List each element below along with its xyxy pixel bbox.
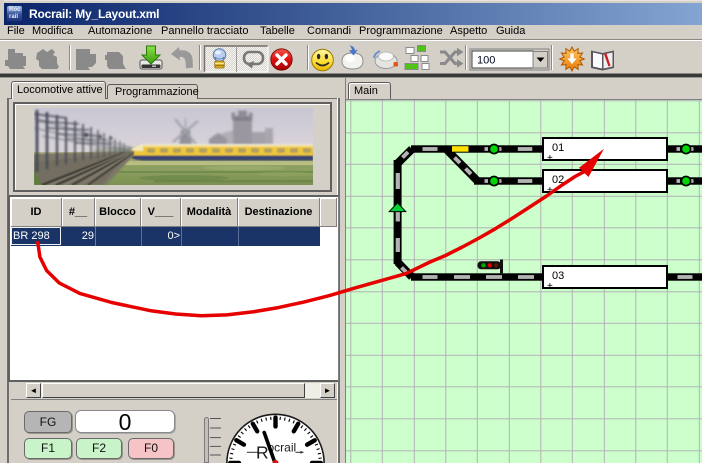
svg-text:100: 100	[477, 55, 495, 67]
